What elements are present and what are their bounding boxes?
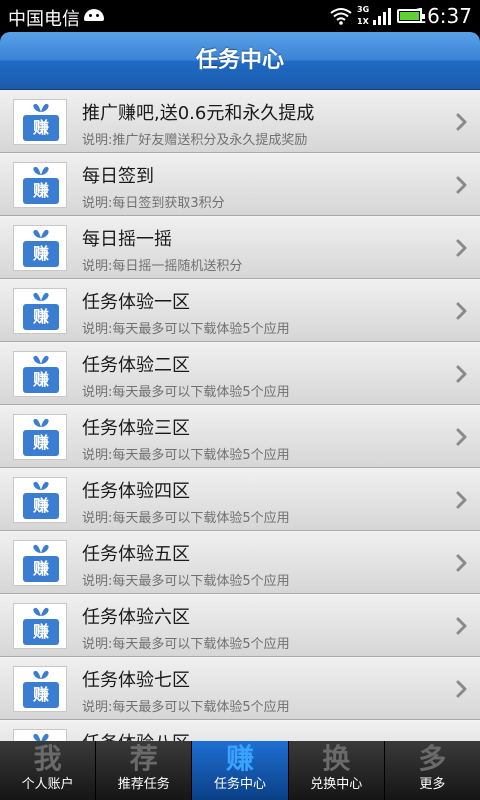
gift-icon-text: 赚 bbox=[23, 430, 59, 456]
gift-icon-text: 赚 bbox=[23, 304, 59, 330]
bottom-navigation: 我个人账户荐推荐任务赚任务中心换兑换中心多更多 bbox=[0, 741, 480, 800]
task-title: 任务体验四区 bbox=[82, 481, 190, 502]
gift-icon: 赚 bbox=[13, 351, 67, 397]
android-notification-icon bbox=[84, 6, 104, 26]
gift-icon-text: 赚 bbox=[23, 619, 59, 645]
gift-icon: 赚 bbox=[13, 225, 67, 271]
nav-tab-glyph: 赚 bbox=[226, 742, 255, 775]
wifi-icon bbox=[330, 8, 352, 25]
task-title: 任务体验八区 bbox=[82, 729, 190, 741]
task-list-item[interactable]: 赚 任务体验二区说明:每天最多可以下载体验5个应用 bbox=[0, 342, 480, 405]
task-title: 任务体验二区 bbox=[82, 355, 190, 376]
task-list-item[interactable]: 赚 任务体验四区说明:每天最多可以下载体验5个应用 bbox=[0, 468, 480, 531]
page-title: 任务中心 bbox=[195, 48, 284, 73]
chevron-right-icon bbox=[456, 428, 467, 446]
gift-icon-text: 赚 bbox=[23, 682, 59, 708]
status-time: 16:37 bbox=[414, 4, 472, 28]
nav-tab-glyph: 我 bbox=[33, 742, 62, 775]
task-description: 说明:每天最多可以下载体验5个应用 bbox=[82, 511, 290, 526]
task-description: 说明:每天最多可以下载体验5个应用 bbox=[82, 700, 290, 715]
gift-icon: 赚 bbox=[13, 603, 67, 649]
task-title: 任务体验六区 bbox=[82, 607, 190, 628]
task-list-item[interactable]: 赚 任务体验六区说明:每天最多可以下载体验5个应用 bbox=[0, 594, 480, 657]
task-description: 说明:每日摇一摇随机送积分 bbox=[82, 259, 243, 274]
nav-tab-label: 任务中心 bbox=[214, 777, 267, 792]
chevron-right-icon bbox=[456, 302, 467, 320]
chevron-right-icon bbox=[456, 491, 467, 509]
nav-tab-glyph: 换 bbox=[322, 742, 351, 775]
gift-icon: 赚 bbox=[13, 477, 67, 523]
gift-icon-text: 赚 bbox=[23, 178, 59, 204]
nav-tab-3[interactable]: 赚任务中心 bbox=[192, 741, 289, 800]
task-description: 说明:每天最多可以下载体验5个应用 bbox=[82, 385, 290, 400]
gift-icon: 赚 bbox=[13, 414, 67, 460]
nav-tab-glyph: 荐 bbox=[129, 742, 158, 775]
gift-icon-text: 赚 bbox=[23, 241, 59, 267]
nav-tab-label: 兑换中心 bbox=[310, 777, 363, 792]
chevron-right-icon bbox=[456, 365, 467, 383]
task-list-item[interactable]: 赚 每日摇一摇说明:每日摇一摇随机送积分 bbox=[0, 216, 480, 279]
gift-icon-text: 赚 bbox=[23, 115, 59, 141]
task-list-item[interactable]: 赚 任务体验五区说明:每天最多可以下载体验5个应用 bbox=[0, 531, 480, 594]
chevron-right-icon bbox=[456, 554, 467, 572]
task-description: 说明:推广好友赠送积分及永久提成奖励 bbox=[82, 133, 308, 148]
chevron-right-icon bbox=[456, 680, 467, 698]
nav-tab-label: 更多 bbox=[419, 777, 446, 792]
task-title: 任务体验七区 bbox=[82, 670, 190, 691]
status-bar: 中国电信 3G 1X 16:37 bbox=[0, 0, 480, 32]
gift-icon: 赚 bbox=[13, 288, 67, 334]
nav-tab-label: 个人账户 bbox=[21, 777, 74, 792]
task-title: 任务体验一区 bbox=[82, 292, 190, 313]
task-title: 每日摇一摇 bbox=[82, 229, 172, 250]
network-type-bottom: 1X bbox=[357, 17, 369, 26]
task-list[interactable]: 赚推广赚吧,送0.6元和永久提成 说明:推广好友赠送积分及永久提成奖励赚每日签到说… bbox=[0, 90, 480, 741]
task-list-item[interactable]: 赚 推广赚吧,送0.6元和永久提成说明:推广好友赠送积分及永久提成奖励 bbox=[0, 90, 480, 153]
chevron-right-icon bbox=[456, 113, 467, 131]
gift-icon-text: 赚 bbox=[23, 556, 59, 582]
nav-tab-5[interactable]: 多更多 bbox=[385, 741, 480, 800]
task-description: 说明:每天最多可以下载体验5个应用 bbox=[82, 637, 290, 652]
task-title: 推广赚吧,送0.6元和永久提成 bbox=[82, 103, 315, 124]
task-list-item[interactable]: 赚 任务体验三区说明:每天最多可以下载体验5个应用 bbox=[0, 405, 480, 468]
gift-icon-text: 赚 bbox=[23, 367, 59, 393]
gift-icon-text: 赚 bbox=[23, 493, 59, 519]
cellular-signal-icon: 3G 1X bbox=[357, 3, 391, 29]
carrier-name: 中国电信 bbox=[8, 9, 80, 30]
task-description: 说明:每天最多可以下载体验5个应用 bbox=[82, 322, 290, 337]
task-title: 任务体验三区 bbox=[82, 418, 190, 439]
nav-tab-label: 推荐任务 bbox=[117, 777, 170, 792]
task-description: 说明:每日签到获取3积分 bbox=[82, 196, 225, 211]
network-type-top: 3G bbox=[357, 5, 370, 14]
nav-tab-1[interactable]: 我个人账户 bbox=[0, 741, 97, 800]
nav-tab-glyph: 多 bbox=[418, 742, 447, 775]
gift-icon: 赚 bbox=[13, 99, 67, 145]
gift-icon: 赚 bbox=[13, 540, 67, 586]
task-list-item[interactable]: 赚 任务体验七区说明:每天最多可以下载体验5个应用 bbox=[0, 657, 480, 720]
task-title: 任务体验五区 bbox=[82, 544, 190, 565]
chevron-right-icon bbox=[456, 239, 467, 257]
task-description: 说明:每天最多可以下载体验5个应用 bbox=[82, 448, 290, 463]
task-list-item[interactable]: 赚 任务体验八区 bbox=[0, 720, 480, 741]
task-list-item[interactable]: 赚 每日签到说明:每日签到获取3积分 bbox=[0, 153, 480, 216]
gift-icon: 赚 bbox=[13, 666, 67, 712]
gift-icon: 赚 bbox=[13, 729, 67, 741]
task-title: 每日签到 bbox=[82, 166, 154, 187]
title-bar: 任务中心 bbox=[0, 32, 480, 90]
task-description: 说明:每天最多可以下载体验5个应用 bbox=[82, 574, 290, 589]
nav-tab-4[interactable]: 换兑换中心 bbox=[289, 741, 385, 800]
task-list-item[interactable]: 赚 任务体验一区说明:每天最多可以下载体验5个应用 bbox=[0, 279, 480, 342]
chevron-right-icon bbox=[456, 176, 467, 194]
nav-tab-2[interactable]: 荐推荐任务 bbox=[96, 741, 193, 800]
gift-icon: 赚 bbox=[13, 162, 67, 208]
chevron-right-icon bbox=[456, 617, 467, 635]
